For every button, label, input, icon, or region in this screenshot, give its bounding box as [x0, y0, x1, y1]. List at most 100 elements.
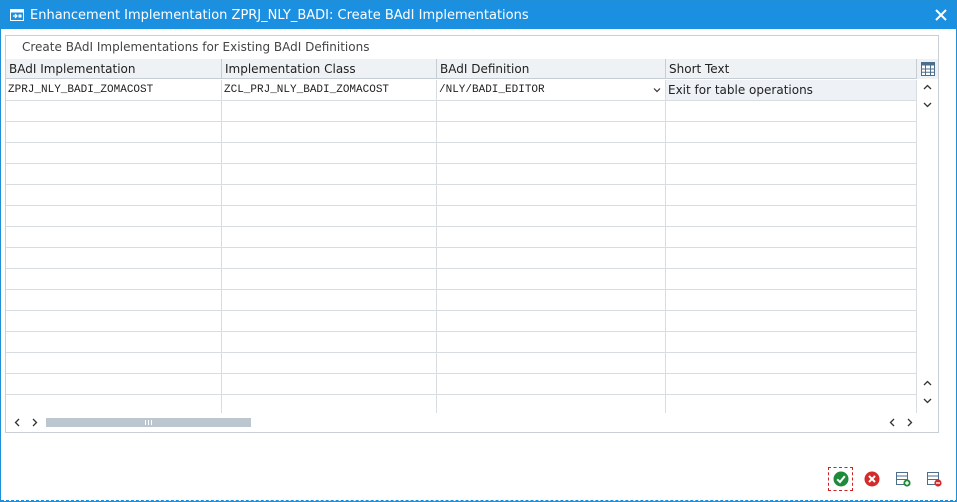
table-row	[6, 122, 917, 143]
badi-implementation-cell[interactable]	[6, 101, 222, 121]
badi-implementation-cell[interactable]	[6, 122, 222, 142]
chevron-down-icon[interactable]	[653, 86, 661, 94]
table-row	[6, 353, 917, 374]
implementation-class-cell[interactable]	[222, 164, 437, 184]
cancel-button[interactable]	[859, 467, 884, 491]
badi-implementation-cell[interactable]	[6, 395, 222, 413]
short-text-cell	[666, 311, 917, 331]
implementation-class-cell[interactable]	[222, 290, 437, 310]
implementation-class-cell[interactable]	[222, 353, 437, 373]
scroll-up-icon[interactable]	[922, 82, 933, 93]
implementations-table: BAdI Implementation Implementation Class…	[6, 59, 938, 433]
scroll-down-icon[interactable]	[922, 99, 933, 110]
badi-definition-cell[interactable]	[437, 374, 666, 394]
implementation-class-cell[interactable]	[222, 101, 437, 121]
badi-implementation-cell[interactable]	[6, 248, 222, 268]
scroll-far-left-icon[interactable]	[887, 417, 898, 428]
badi-implementation-cell[interactable]	[6, 332, 222, 352]
implementation-class-cell[interactable]	[222, 185, 437, 205]
badi-definition-cell[interactable]	[437, 332, 666, 352]
badi-definition-cell[interactable]	[437, 122, 666, 142]
short-text-cell	[666, 143, 917, 163]
short-text-cell	[666, 395, 917, 413]
implementation-class-cell[interactable]	[222, 269, 437, 289]
dialog-window: Enhancement Implementation ZPRJ_NLY_BADI…	[0, 0, 957, 502]
table-row	[6, 248, 917, 269]
scroll-page-up-icon[interactable]	[922, 378, 933, 389]
badi-definition-value: /NLY/BADI_EDITOR	[439, 84, 545, 96]
confirm-button[interactable]	[828, 467, 853, 491]
delete-row-icon	[926, 472, 942, 487]
table-settings-icon	[920, 62, 935, 76]
implementation-class-cell[interactable]	[222, 248, 437, 268]
enhancement-icon	[10, 9, 24, 21]
vertical-scrollbar[interactable]	[917, 80, 938, 413]
badi-definition-cell[interactable]	[437, 227, 666, 247]
badi-implementations-group: Create BAdI Implementations for Existing…	[5, 35, 939, 433]
grip-icon	[145, 420, 152, 425]
close-icon[interactable]	[934, 8, 948, 22]
badi-definition-cell[interactable]	[437, 248, 666, 268]
implementation-class-cell[interactable]	[222, 143, 437, 163]
badi-implementation-cell[interactable]: ZPRJ_NLY_BADI_ZOMACOST	[6, 80, 222, 100]
short-text-cell	[666, 332, 917, 352]
short-text-cell	[666, 185, 917, 205]
scroll-left-icon[interactable]	[12, 417, 23, 428]
implementation-class-cell[interactable]	[222, 332, 437, 352]
implementation-class-cell[interactable]	[222, 227, 437, 247]
column-header-implementation-class[interactable]: Implementation Class	[222, 59, 437, 79]
badi-definition-cell[interactable]	[437, 143, 666, 163]
badi-definition-cell[interactable]	[437, 185, 666, 205]
implementation-class-cell[interactable]	[222, 206, 437, 226]
badi-definition-cell[interactable]	[437, 164, 666, 184]
table-row	[6, 185, 917, 206]
badi-implementation-cell[interactable]	[6, 143, 222, 163]
badi-definition-cell[interactable]	[437, 206, 666, 226]
badi-implementation-cell[interactable]	[6, 374, 222, 394]
column-header-short-text[interactable]: Short Text	[666, 59, 917, 79]
window-bottom-edge	[1, 498, 957, 501]
badi-definition-cell[interactable]: /NLY/BADI_EDITOR	[437, 80, 666, 100]
badi-implementation-cell[interactable]	[6, 353, 222, 373]
insert-row-icon	[895, 472, 911, 487]
column-header-badi-definition[interactable]: BAdI Definition	[437, 59, 666, 79]
implementation-class-cell[interactable]: ZCL_PRJ_NLY_BADI_ZOMACOST	[222, 80, 437, 100]
table-settings-button[interactable]	[917, 59, 938, 79]
short-text-cell	[666, 206, 917, 226]
badi-implementation-cell[interactable]	[6, 164, 222, 184]
footer-toolbar	[828, 467, 946, 491]
insert-row-button[interactable]	[890, 467, 915, 491]
horizontal-scroll-thumb[interactable]	[46, 418, 251, 427]
delete-row-button[interactable]	[921, 467, 946, 491]
table-row	[6, 290, 917, 311]
short-text-cell	[666, 101, 917, 121]
badi-definition-cell[interactable]	[437, 395, 666, 413]
badi-definition-cell[interactable]	[437, 353, 666, 373]
implementation-class-cell[interactable]	[222, 311, 437, 331]
column-header-badi-implementation[interactable]: BAdI Implementation	[6, 59, 222, 79]
short-text-cell	[666, 227, 917, 247]
short-text-cell	[666, 374, 917, 394]
check-icon	[833, 471, 848, 487]
scroll-right-icon[interactable]	[29, 417, 40, 428]
table-row	[6, 332, 917, 353]
cancel-icon	[864, 471, 879, 487]
badi-implementation-cell[interactable]	[6, 290, 222, 310]
badi-implementation-cell[interactable]	[6, 206, 222, 226]
badi-definition-cell[interactable]	[437, 101, 666, 121]
badi-definition-cell[interactable]	[437, 290, 666, 310]
implementation-class-cell[interactable]	[222, 374, 437, 394]
badi-definition-cell[interactable]	[437, 311, 666, 331]
implementation-class-cell[interactable]	[222, 395, 437, 413]
scroll-far-right-icon[interactable]	[904, 417, 915, 428]
horizontal-scrollbar[interactable]	[6, 413, 938, 432]
badi-implementation-cell[interactable]	[6, 269, 222, 289]
title-bar: Enhancement Implementation ZPRJ_NLY_BADI…	[1, 1, 956, 29]
badi-implementation-cell[interactable]	[6, 185, 222, 205]
implementation-class-cell[interactable]	[222, 122, 437, 142]
badi-definition-cell[interactable]	[437, 269, 666, 289]
badi-implementation-cell[interactable]	[6, 311, 222, 331]
badi-implementation-cell[interactable]	[6, 227, 222, 247]
table-row	[6, 269, 917, 290]
scroll-page-down-icon[interactable]	[922, 395, 933, 406]
